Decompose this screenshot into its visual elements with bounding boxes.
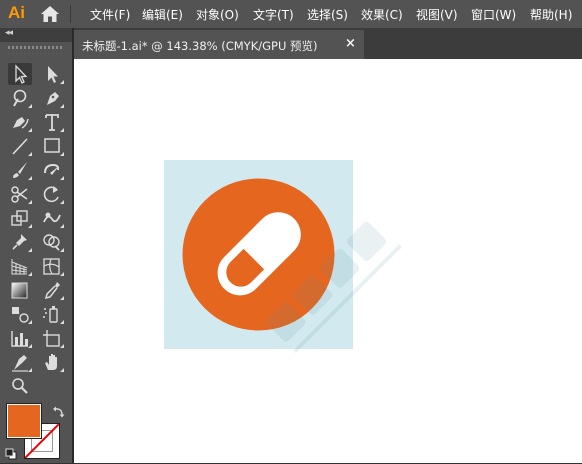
direct-selection-tool-icon[interactable] — [40, 63, 64, 85]
menu-window[interactable]: 窗口(W) — [471, 6, 516, 23]
canvas[interactable] — [74, 59, 582, 463]
swap-fill-stroke-icon[interactable] — [52, 404, 66, 418]
menu-edit[interactable]: 编辑(E) — [142, 6, 183, 23]
document-tab-bar: 未标题-1.ai* @ 143.38% (CMYK/GPU 预览) × — [74, 28, 582, 59]
zoom-tool-icon[interactable] — [8, 375, 32, 397]
menu-type[interactable]: 文字(T) — [253, 6, 294, 23]
curvature-tool-icon[interactable] — [8, 111, 32, 133]
pin-tool-icon[interactable] — [8, 231, 32, 253]
default-fill-stroke-icon[interactable] — [5, 445, 17, 460]
magic-wand-icon[interactable] — [8, 87, 32, 109]
menu-object[interactable]: 对象(O) — [196, 6, 239, 23]
panel-grip[interactable] — [8, 46, 64, 49]
type-tool-icon[interactable] — [40, 111, 64, 133]
artboard-tool-icon[interactable] — [40, 327, 64, 349]
symbol-sprayer-icon[interactable] — [40, 303, 64, 325]
perspective-grid-icon[interactable] — [8, 255, 32, 277]
column-graph-tool-icon[interactable] — [8, 327, 32, 349]
collapse-panel-button[interactable]: ◂◂ — [5, 28, 13, 38]
warp-tool-icon[interactable] — [40, 207, 64, 229]
menu-file[interactable]: 文件(F) — [90, 6, 130, 23]
shape-builder-tool-icon[interactable] — [40, 231, 64, 253]
blob-brush-tool-icon[interactable] — [40, 159, 64, 181]
close-tab-button[interactable]: × — [345, 36, 356, 51]
gradient-tool-icon[interactable] — [8, 279, 32, 301]
menu-separator — [70, 5, 71, 23]
selection-tool-icon[interactable] — [8, 63, 32, 85]
artboard[interactable] — [164, 160, 353, 349]
tool-panel-header: ◂◂ — [0, 28, 72, 42]
document-tab-title: 未标题-1.ai* @ 143.38% (CMYK/GPU 预览) — [82, 39, 318, 53]
fill-swatch[interactable] — [7, 404, 41, 438]
menu-select[interactable]: 选择(S) — [307, 6, 348, 23]
mesh-tool-icon[interactable] — [40, 255, 64, 277]
eyedropper-tool-icon[interactable] — [40, 279, 64, 301]
scale-tool-icon[interactable] — [8, 207, 32, 229]
rotate-tool-icon[interactable] — [40, 183, 64, 205]
menu-help[interactable]: 帮助(H) — [530, 6, 572, 23]
hand-tool-icon[interactable] — [40, 351, 64, 373]
blend-tool-icon[interactable] — [8, 303, 32, 325]
menu-effect[interactable]: 效果(C) — [361, 6, 403, 23]
pen-tool-icon[interactable] — [40, 87, 64, 109]
paintbrush-tool-icon[interactable] — [8, 159, 32, 181]
line-segment-tool-icon[interactable] — [8, 135, 32, 157]
document-tab[interactable]: 未标题-1.ai* @ 143.38% (CMYK/GPU 预览) × — [74, 30, 364, 59]
app-logo: Ai — [8, 3, 25, 22]
menu-view[interactable]: 视图(V) — [416, 6, 458, 23]
menu-bar: Ai 文件(F) 编辑(E) 对象(O) 文字(T) 选择(S) 效果(C) 视… — [0, 0, 582, 28]
slice-tool-icon[interactable] — [8, 351, 32, 373]
home-icon[interactable] — [40, 5, 60, 23]
rectangle-tool-icon[interactable] — [40, 135, 64, 157]
scissors-tool-icon[interactable] — [8, 183, 32, 205]
